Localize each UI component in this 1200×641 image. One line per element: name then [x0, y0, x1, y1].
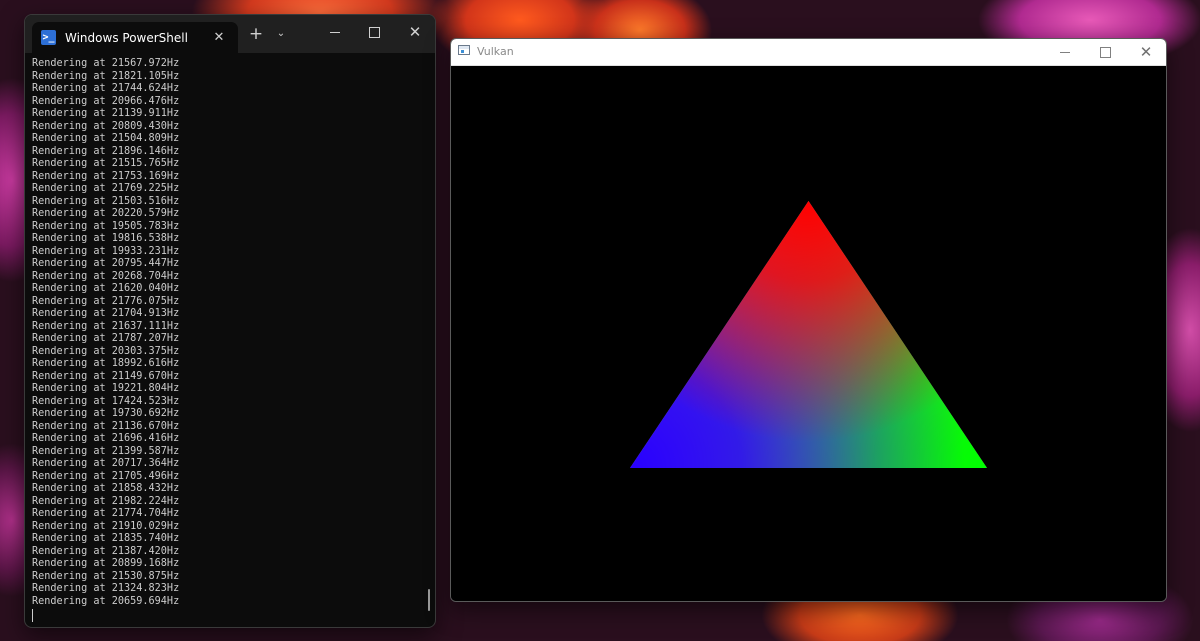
console-line: Rendering at 21769.225Hz [32, 183, 180, 194]
console-line: Rendering at 20795.447Hz [32, 258, 180, 269]
minimize-button[interactable] [1045, 39, 1085, 65]
minimize-button[interactable] [315, 15, 355, 49]
new-tab-button[interactable]: + [246, 24, 266, 44]
console-line: Rendering at 20220.579Hz [32, 208, 180, 219]
console-line: Rendering at 21136.670Hz [32, 420, 180, 432]
console-line: Rendering at 21515.765Hz [32, 158, 180, 169]
console-line: Rendering at 21149.670Hz [32, 370, 180, 382]
console-line: Rendering at 21387.420Hz [32, 545, 180, 557]
console-line: Rendering at 21982.224Hz [32, 495, 180, 507]
console-line: Rendering at 17424.523Hz [32, 395, 180, 407]
close-icon: ✕ [408, 22, 422, 41]
console-line: Rendering at 19730.692Hz [32, 408, 180, 419]
tab-windows-powershell[interactable]: >_ Windows PowerShell ✕ [32, 22, 238, 53]
console-line: Rendering at 19816.538Hz [32, 233, 180, 244]
render-viewport[interactable] [451, 66, 1166, 601]
rgb-triangle [630, 201, 987, 468]
console-line: Rendering at 21567.972Hz [32, 58, 180, 69]
console-line: Rendering at 19505.783Hz [32, 220, 180, 232]
console-line: Rendering at 21504.809Hz [32, 133, 180, 144]
console-line: Rendering at 21705.496Hz [32, 470, 180, 482]
console-line: Rendering at 21835.740Hz [32, 533, 180, 544]
console-line: Rendering at 21896.146Hz [32, 145, 180, 157]
console-line: Rendering at 19933.231Hz [32, 245, 180, 257]
tab-title: Windows PowerShell [65, 30, 188, 45]
console-line: Rendering at 21704.913Hz [32, 308, 180, 319]
console-output[interactable]: Rendering at 21567.972Hz Rendering at 218… [32, 58, 422, 623]
tab-close-icon[interactable]: ✕ [209, 30, 229, 45]
console-line: Rendering at 20717.364Hz [32, 458, 180, 469]
vulkan-titlebar[interactable]: Vulkan ✕ [451, 39, 1166, 66]
maximize-button[interactable] [1085, 39, 1125, 65]
console-line: Rendering at 21858.432Hz [32, 483, 180, 494]
console-line: Rendering at 20659.694Hz [32, 595, 180, 607]
console-line: Rendering at 21821.105Hz [32, 70, 180, 82]
chevron-down-icon[interactable]: ⌄ [272, 28, 290, 39]
maximize-button[interactable] [354, 15, 394, 49]
powershell-window: >_ Windows PowerShell ✕ + ⌄ ✕ Rendering … [24, 14, 436, 628]
console-line: Rendering at 21696.416Hz [32, 433, 180, 444]
console-line: Rendering at 21139.911Hz [32, 108, 180, 119]
scrollbar[interactable] [428, 589, 430, 611]
console-line: Rendering at 20303.375Hz [32, 345, 180, 357]
console-line: Rendering at 18992.616Hz [32, 358, 180, 369]
minimize-icon [330, 31, 340, 33]
console-line: Rendering at 20899.168Hz [32, 558, 180, 569]
console-line: Rendering at 21787.207Hz [32, 333, 180, 344]
console-line: Rendering at 21324.823Hz [32, 583, 180, 594]
close-icon: ✕ [1139, 42, 1153, 61]
console-line: Rendering at 21910.029Hz [32, 520, 180, 532]
console-line: Rendering at 21776.075Hz [32, 295, 180, 307]
console-line: Rendering at 21503.516Hz [32, 195, 180, 207]
close-button[interactable]: ✕ [1126, 39, 1166, 65]
console-line: Rendering at 21399.587Hz [32, 445, 180, 457]
console-line: Rendering at 21774.704Hz [32, 508, 180, 519]
minimize-icon [1060, 51, 1070, 53]
console-line: Rendering at 20809.430Hz [32, 120, 180, 132]
window-title: Vulkan [477, 45, 514, 58]
text-cursor [32, 609, 33, 622]
console-line: Rendering at 21744.624Hz [32, 83, 180, 94]
console-line: Rendering at 20268.704Hz [32, 270, 180, 282]
vulkan-window: Vulkan ✕ [450, 38, 1167, 602]
powershell-titlebar[interactable]: >_ Windows PowerShell ✕ + ⌄ ✕ [25, 15, 435, 53]
maximize-icon [368, 26, 380, 38]
console-line: Rendering at 19221.804Hz [32, 383, 180, 394]
console-line: Rendering at 21620.040Hz [32, 283, 180, 294]
console-line: Rendering at 21637.111Hz [32, 320, 180, 332]
console-line: Rendering at 21530.875Hz [32, 570, 180, 582]
console-line: Rendering at 21753.169Hz [32, 170, 180, 182]
window-app-icon [458, 45, 470, 55]
powershell-icon: >_ [41, 30, 56, 45]
close-button[interactable]: ✕ [395, 15, 435, 49]
maximize-icon [1099, 46, 1111, 58]
console-line: Rendering at 20966.476Hz [32, 95, 180, 107]
